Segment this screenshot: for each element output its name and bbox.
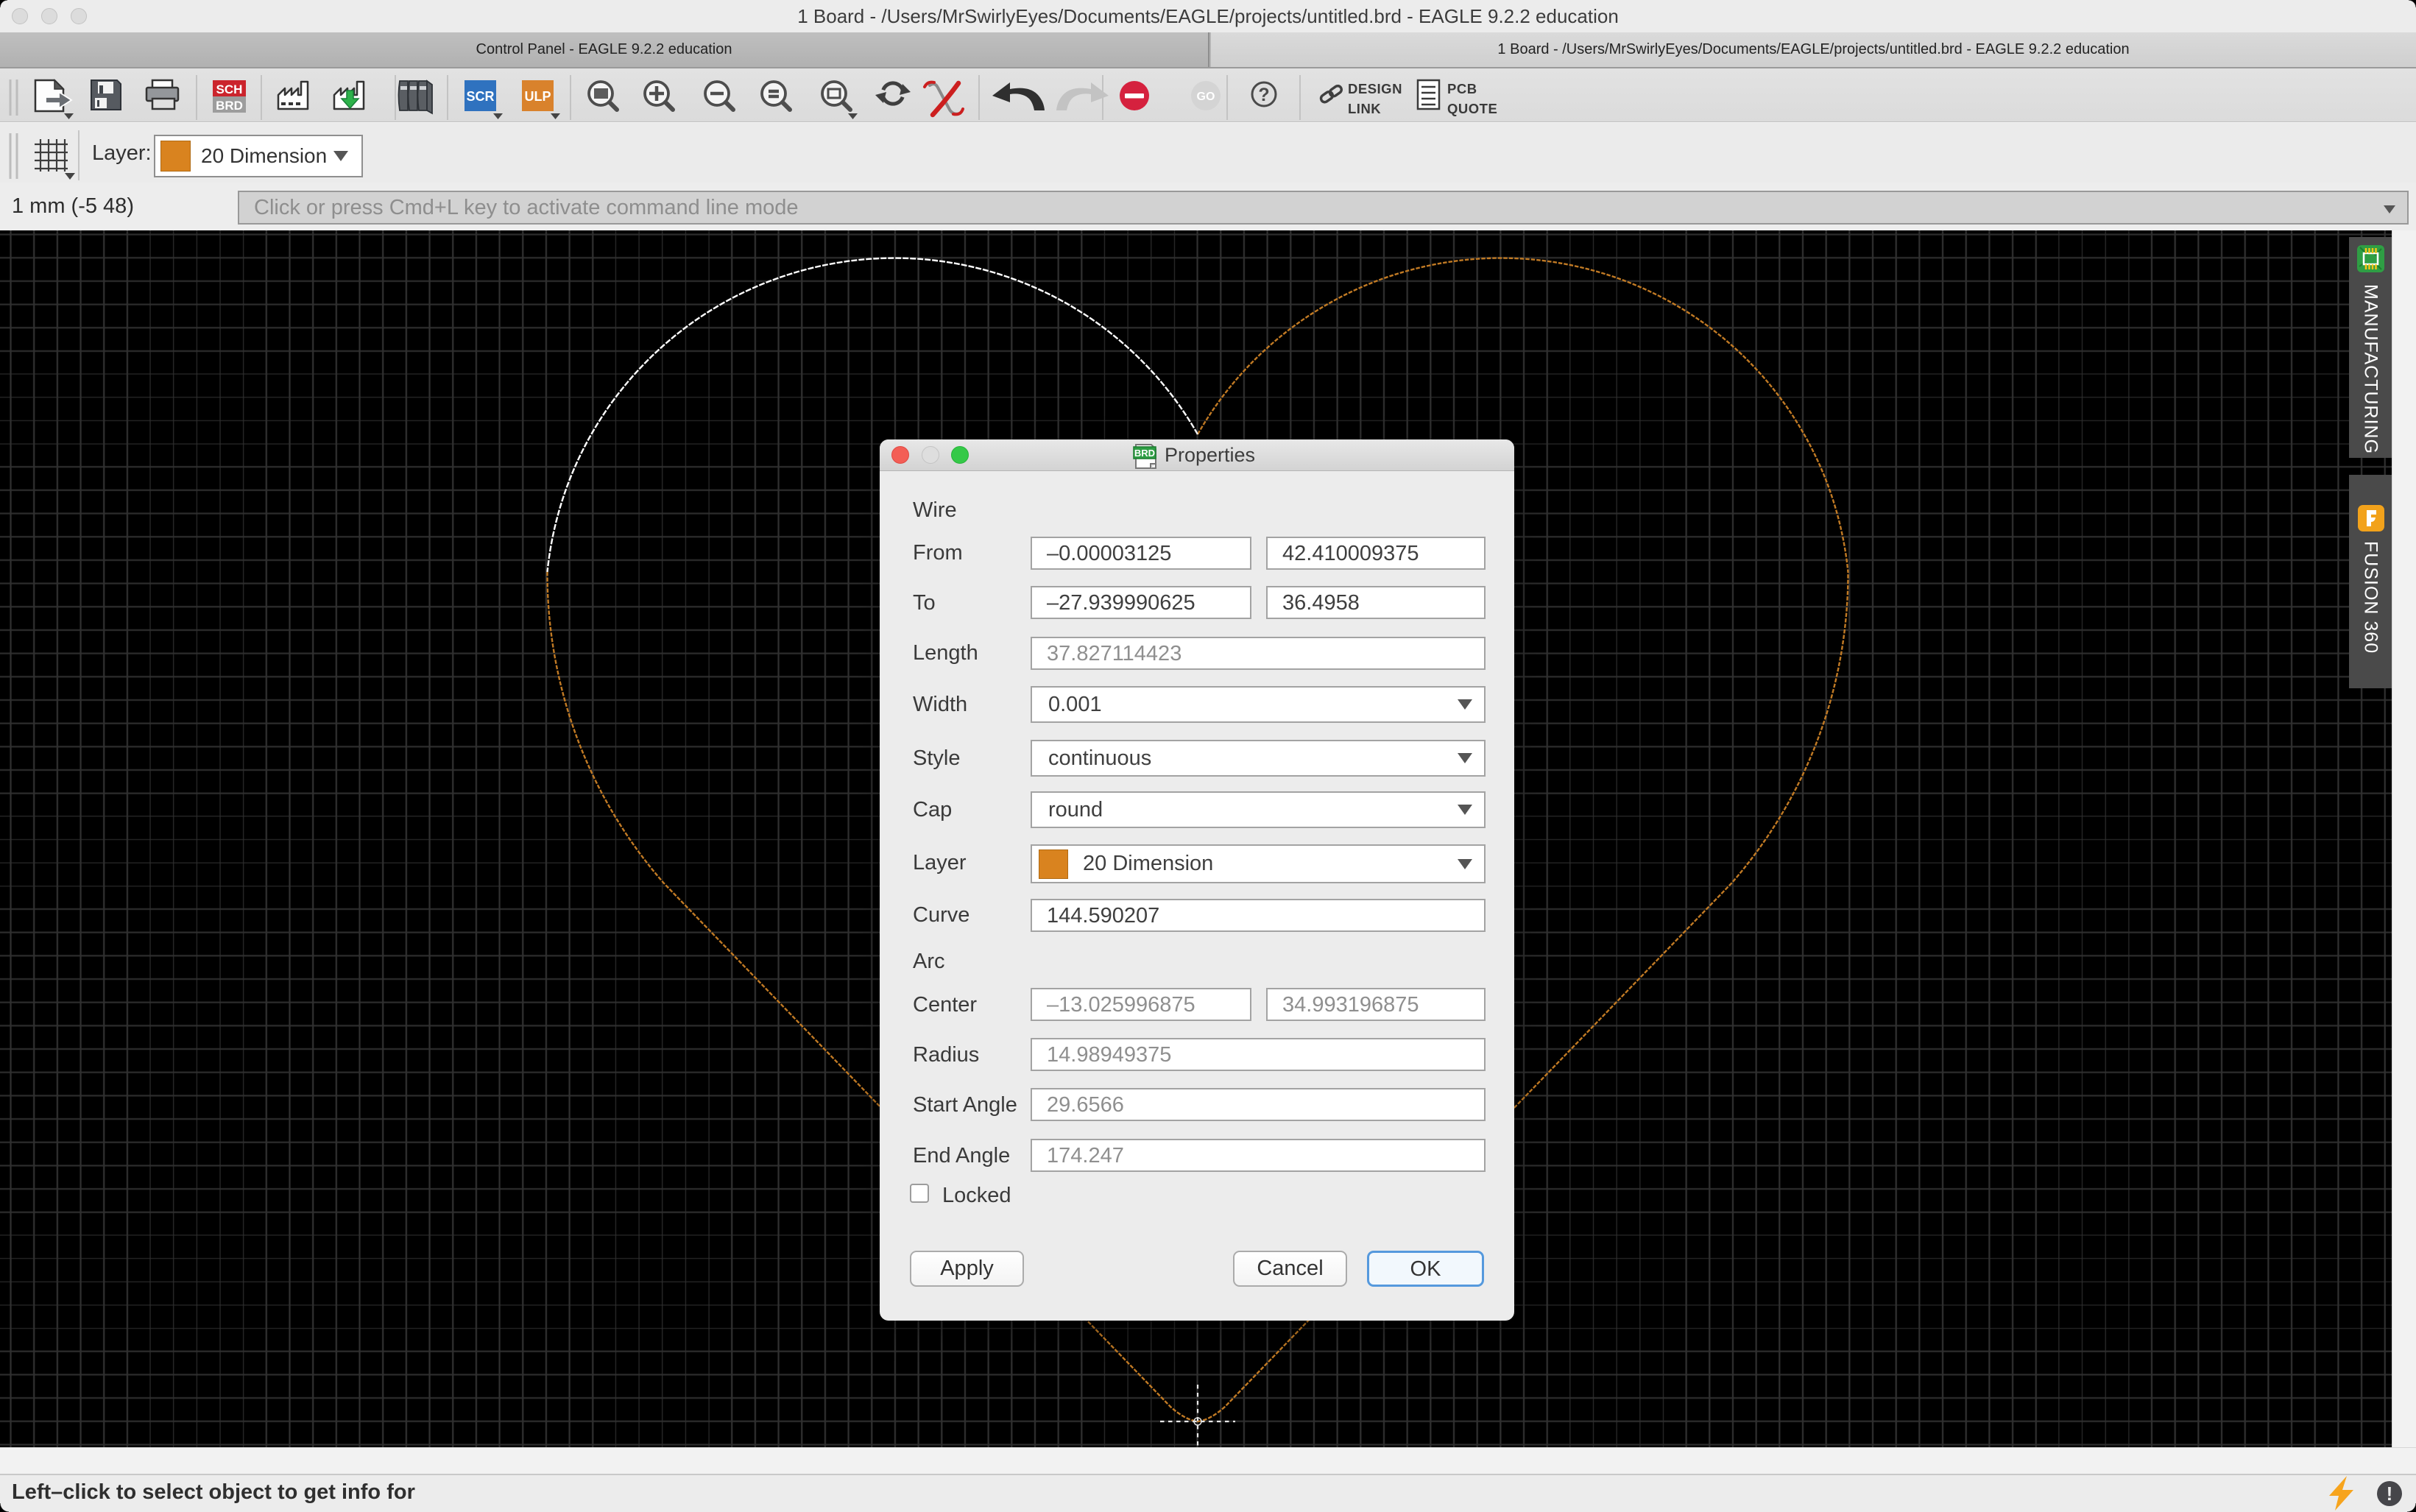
svg-text:!: ! bbox=[2387, 1483, 2393, 1505]
svg-text:SCR: SCR bbox=[466, 89, 494, 104]
svg-text:PCB: PCB bbox=[1447, 81, 1477, 96]
svg-text:GO: GO bbox=[1197, 91, 1215, 103]
svg-text:?: ? bbox=[1258, 85, 1269, 105]
svg-text:DESIGN: DESIGN bbox=[1348, 81, 1402, 96]
svg-text:QUOTE: QUOTE bbox=[1447, 101, 1497, 116]
svg-text:BRD: BRD bbox=[1134, 448, 1155, 459]
svg-text:ULP: ULP bbox=[525, 89, 551, 104]
svg-text:SCH: SCH bbox=[216, 82, 243, 96]
svg-text:BRD: BRD bbox=[216, 99, 243, 113]
svg-text:LINK: LINK bbox=[1348, 101, 1381, 116]
